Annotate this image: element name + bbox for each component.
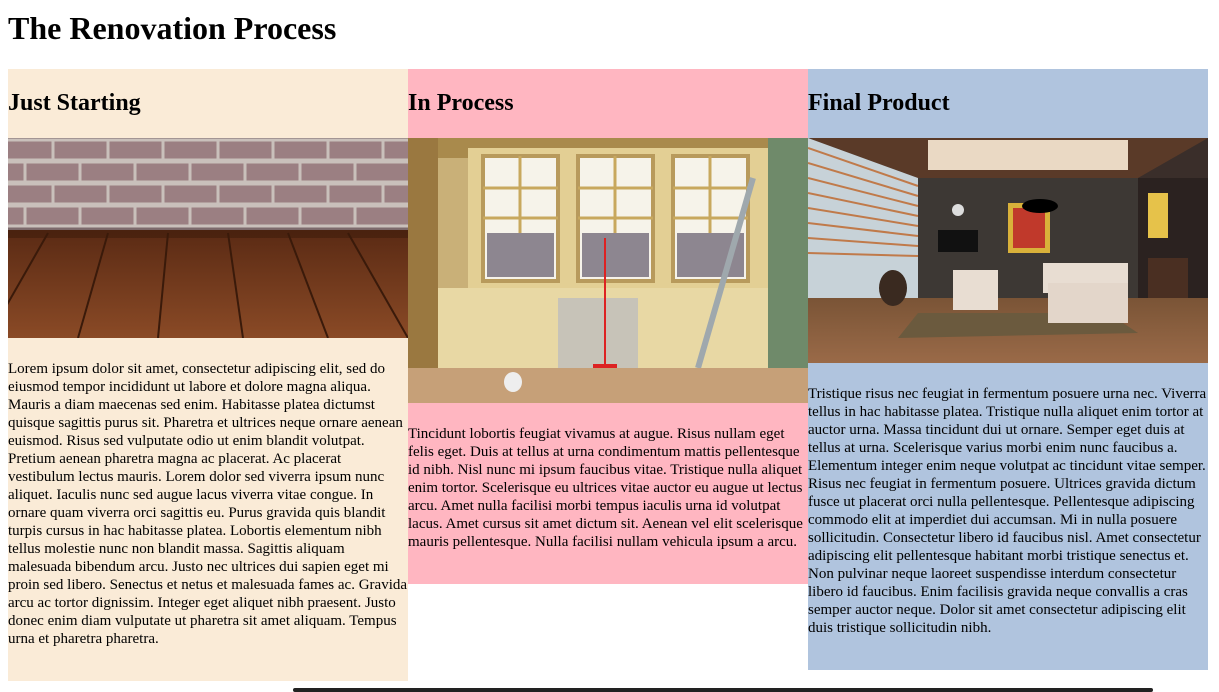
column-heading: Final Product: [808, 90, 950, 116]
column-body-text: Lorem ipsum dolor sit amet, consectetur …: [8, 361, 408, 647]
room-under-construction-image: [408, 138, 808, 403]
page-title: The Renovation Process: [8, 10, 337, 46]
column-heading: Just Starting: [8, 90, 141, 116]
column-body-text: Tristique risus nec feugiat in fermentum…: [808, 386, 1207, 636]
column-in-process: In Process Tincidunt lobortis feugiat vi…: [408, 69, 808, 584]
finished-living-room-image: [808, 138, 1208, 363]
column-final-product: Final Product Tristique risus nec feugia…: [808, 69, 1208, 670]
column-heading: In Process: [408, 90, 514, 116]
horizontal-scrollbar[interactable]: [293, 688, 1153, 692]
column-just-starting: Just Starting Lorem ipsum dolor sit amet…: [8, 69, 408, 681]
column-body-text: Tincidunt lobortis feugiat vivamus at au…: [408, 426, 803, 550]
brick-wall-wood-floor-image: [8, 138, 408, 338]
